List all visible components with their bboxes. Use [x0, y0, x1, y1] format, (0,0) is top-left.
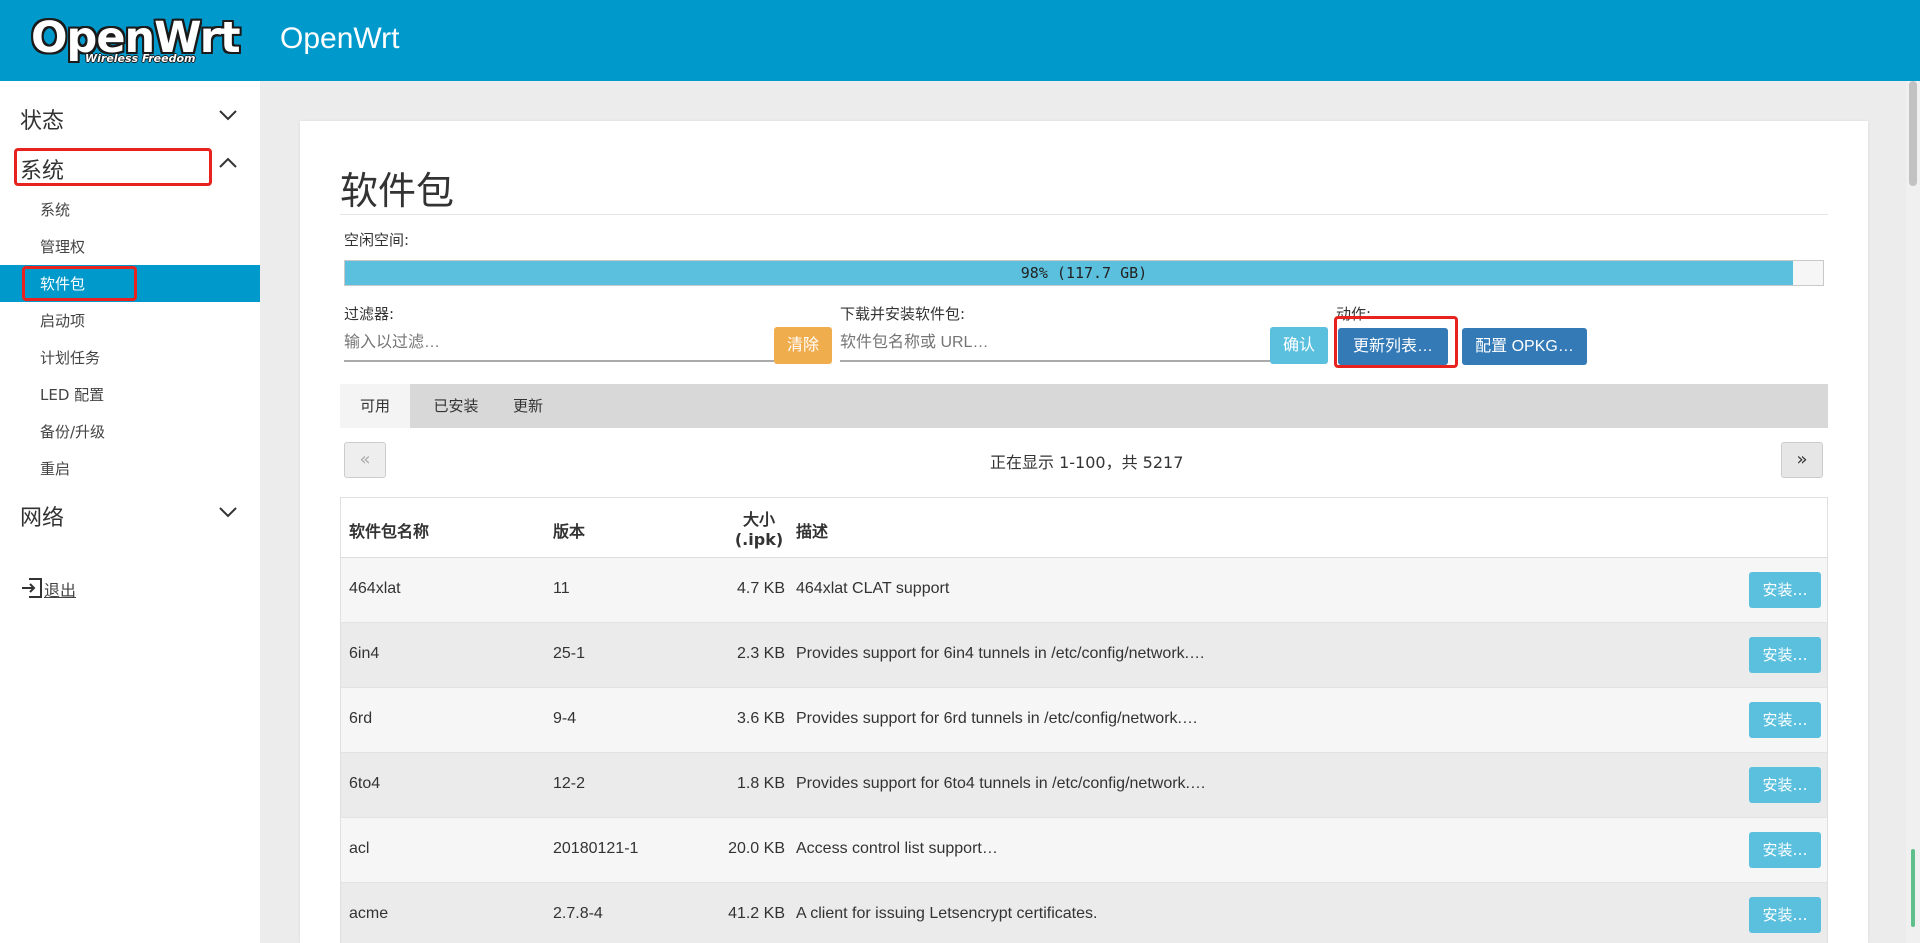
sidebar-item-backup[interactable]: 备份/升级 [0, 413, 260, 450]
table-row: 6rd 9-4 3.6 KB Provides support for 6rd tun… [341, 688, 1827, 753]
openwrt-logo[interactable]: OpenWrt Wireless Freedom [31, 16, 241, 68]
confirm-button[interactable]: 确认 [1270, 327, 1328, 364]
sidebar-item-label: 备份/升级 [40, 423, 106, 441]
prev-page-button[interactable]: « [344, 442, 386, 478]
package-size: 4.7 KB [736, 580, 785, 597]
packages-table: 软件包名称 版本 大小 (.ipk) 描述 464xlat 11 4.7 KB 464… [340, 497, 1828, 943]
download-label: 下载并安装软件包: [840, 305, 966, 323]
package-name: 6in4 [349, 645, 380, 662]
package-url-input[interactable] [840, 326, 1270, 362]
header-description[interactable]: 描述 [796, 518, 828, 542]
highlight-box-update-lists [1334, 316, 1458, 368]
progress-text: 98% (117.7 GB) [1020, 264, 1148, 282]
sidebar-item-led[interactable]: LED 配置 [0, 376, 260, 413]
table-row: 464xlat 11 4.7 KB 464xlat CLAT support 安装… [341, 558, 1827, 623]
sidebar-category-label: 网络 [20, 506, 65, 531]
package-description: Provides support for 6to4 tunnels in /et… [796, 775, 1206, 792]
sidebar-item-label: 系统 [40, 201, 71, 219]
package-size: 41.2 KB [728, 905, 785, 922]
chevron-up-icon [219, 157, 237, 168]
install-button[interactable]: 安装… [1749, 572, 1821, 608]
sidebar-item-startup[interactable]: 启动项 [0, 302, 260, 339]
next-page-button[interactable]: » [1781, 442, 1823, 478]
logo-tagline: Wireless Freedom [85, 52, 196, 65]
chevron-down-icon [219, 110, 237, 121]
clear-button[interactable]: 清除 [774, 327, 832, 364]
package-description: 464xlat CLAT support [796, 580, 950, 597]
header-version[interactable]: 版本 [553, 518, 585, 542]
logout-label: 退出 [44, 581, 77, 600]
sidebar-item-label: 计划任务 [40, 349, 101, 367]
sidebar-category-network[interactable]: 网络 [0, 488, 260, 536]
sidebar-item-reboot[interactable]: 重启 [0, 450, 260, 487]
free-space-label: 空闲空间: [344, 231, 410, 249]
filter-input[interactable] [344, 326, 774, 362]
install-button[interactable]: 安装… [1749, 897, 1821, 933]
package-description: Provides support for 6in4 tunnels in /et… [796, 645, 1206, 662]
configure-opkg-button[interactable]: 配置 OPKG… [1462, 328, 1587, 365]
table-row: acme 2.7.8-4 41.2 KB A client for issuing L… [341, 883, 1827, 943]
package-tabs: 可用 已安装 更新 [340, 384, 1828, 428]
table-row: 6to4 12-2 1.8 KB Provides support for 6to4 … [341, 753, 1827, 818]
hostname-title[interactable]: OpenWrt [280, 22, 400, 56]
package-version: 9-4 [553, 710, 577, 727]
page-scrollbar[interactable] [1906, 81, 1920, 943]
install-button[interactable]: 安装… [1749, 767, 1821, 803]
sidebar-item-label: LED 配置 [40, 386, 105, 404]
logout-icon [22, 578, 42, 598]
tab-updates[interactable]: 更新 [500, 384, 556, 428]
package-size: 20.0 KB [728, 840, 785, 857]
sidebar-item-crontab[interactable]: 计划任务 [0, 339, 260, 376]
scrollbar-thumb[interactable] [1909, 81, 1917, 186]
package-version: 2.7.8-4 [553, 905, 603, 922]
sidebar-category-label: 状态 [20, 109, 65, 134]
sidebar-item-label: 重启 [40, 460, 71, 478]
package-version: 25-1 [553, 645, 586, 662]
filter-label: 过滤器: [344, 305, 395, 323]
tab-installed[interactable]: 已安装 [416, 384, 496, 428]
page-title: 软件包 [340, 171, 455, 213]
scrollbar-indicator [1911, 849, 1915, 927]
package-size: 1.8 KB [736, 775, 785, 792]
chevron-down-icon [219, 507, 237, 518]
sidebar-category-status[interactable]: 状态 [0, 91, 260, 139]
install-button[interactable]: 安装… [1749, 702, 1821, 738]
package-version: 12-2 [553, 775, 586, 792]
table-row: acl 20180121-1 20.0 KB Access control list … [341, 818, 1827, 883]
package-description: Provides support for 6rd tunnels in /etc… [796, 710, 1198, 727]
package-size: 2.3 KB [736, 645, 785, 662]
package-version: 11 [553, 580, 570, 597]
header-size[interactable]: 大小 (.ipk) [729, 506, 789, 549]
sidebar-item-system[interactable]: 系统 [0, 191, 260, 228]
free-space-progress: 98% (117.7 GB) [344, 260, 1824, 286]
package-name: acme [349, 905, 389, 922]
package-version: 20180121-1 [553, 840, 639, 857]
install-button[interactable]: 安装… [1749, 832, 1821, 868]
highlight-box-software [22, 266, 137, 301]
highlight-box-system [14, 148, 212, 186]
pager-status: 正在显示 1-100，共 5217 [990, 453, 1184, 472]
top-header: OpenWrt Wireless Freedom OpenWrt [0, 0, 1920, 81]
table-header: 软件包名称 版本 大小 (.ipk) 描述 [341, 498, 1827, 558]
package-description: A client for issuing Letsencrypt certifi… [796, 905, 1098, 922]
title-divider [340, 214, 1828, 215]
table-row: 6in4 25-1 2.3 KB Provides support for 6in4 … [341, 623, 1827, 688]
package-name: 6rd [349, 710, 373, 727]
sidebar-item-label: 管理权 [40, 238, 86, 256]
package-size: 3.6 KB [736, 710, 785, 727]
package-name: 464xlat [349, 580, 401, 597]
header-size-line1: 大小 [742, 510, 775, 529]
install-button[interactable]: 安装… [1749, 637, 1821, 673]
sidebar-item-admin[interactable]: 管理权 [0, 228, 260, 265]
tab-available[interactable]: 可用 [340, 384, 410, 428]
sidebar: 状态 系统 系统 管理权 软件包 启动项 计划任务 LED 配置 备份/升级 重… [0, 81, 260, 943]
package-name: acl [349, 840, 370, 857]
sidebar-item-label: 启动项 [40, 312, 86, 330]
header-size-line2: (.ipk) [734, 530, 784, 549]
package-name: 6to4 [349, 775, 381, 792]
package-description: Access control list support… [796, 840, 998, 857]
header-name[interactable]: 软件包名称 [349, 518, 429, 542]
